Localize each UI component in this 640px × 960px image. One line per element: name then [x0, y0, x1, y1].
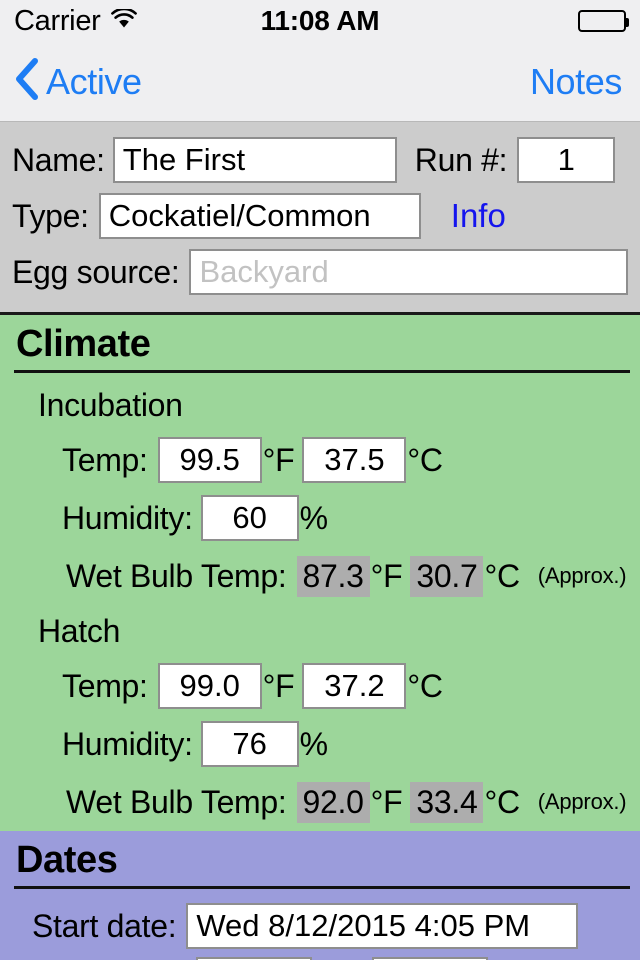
incubation-wet-bulb-c-value: 30.7	[410, 555, 484, 597]
hatch-humidity-unit: %	[299, 725, 328, 762]
incubation-wet-bulb-label: Wet Bulb Temp:	[66, 557, 287, 594]
hatch-humidity-row: Humidity: %	[10, 715, 630, 773]
hatch-temp-row: Temp: °F °C	[10, 657, 630, 715]
name-row: Name: Run #:	[12, 132, 628, 188]
incubation-wet-bulb-c-unit: °C	[484, 557, 520, 594]
status-bar-left: Carrier	[14, 5, 137, 38]
info-link[interactable]: Info	[451, 197, 506, 235]
incubation-humidity-label: Humidity:	[62, 499, 193, 536]
carrier-label: Carrier	[14, 4, 101, 37]
climate-section: Climate Incubation Temp: °F °C Humidity:…	[0, 315, 640, 831]
incubation-temp-label: Temp:	[62, 441, 148, 478]
hatch-wet-bulb-row: Wet Bulb Temp: 92.0 °F 33.4 °C (Approx.)	[10, 773, 630, 831]
run-number-label: Run #:	[414, 141, 508, 178]
hatch-humidity-input[interactable]	[200, 721, 299, 767]
chevron-left-icon	[14, 57, 40, 106]
start-date-row: Start date:	[10, 895, 630, 957]
hatch-wet-bulb-f-unit: °F	[370, 783, 403, 820]
hatch-group-label: Hatch	[38, 613, 121, 649]
egg-source-label: Egg source:	[12, 253, 180, 290]
climate-section-title: Climate	[16, 323, 151, 365]
back-button[interactable]: Active	[14, 57, 142, 106]
incubation-wet-bulb-row: Wet Bulb Temp: 87.3 °F 30.7 °C (Approx.)	[10, 547, 630, 605]
navigation-bar: Active Notes	[0, 42, 640, 122]
dates-section-title: Dates	[16, 839, 118, 881]
details-form: Name: Run #: Type: Info Egg source:	[0, 122, 640, 315]
name-input[interactable]	[112, 137, 397, 183]
incubation-temp-c-input[interactable]	[302, 437, 407, 483]
hatch-temp-f-unit: °F	[262, 667, 295, 704]
wifi-icon	[110, 7, 137, 34]
egg-source-input[interactable]	[189, 249, 628, 295]
hatch-approx-note: (Approx.)	[537, 789, 627, 814]
incubation-humidity-row: Humidity: %	[10, 489, 630, 547]
climate-section-divider	[14, 370, 630, 373]
name-label: Name:	[12, 141, 105, 178]
run-number-input[interactable]	[517, 137, 616, 183]
incubation-temp-f-input[interactable]	[157, 437, 262, 483]
hatch-wet-bulb-c-value: 33.4	[410, 781, 484, 823]
type-label: Type:	[12, 197, 89, 234]
incubation-temp-f-unit: °F	[262, 441, 295, 478]
status-bar-right	[578, 10, 629, 32]
incubation-temp-c-unit: °C	[407, 441, 443, 478]
incubation-temp-row: Temp: °F °C	[10, 431, 630, 489]
dates-section-divider	[14, 886, 630, 889]
hatch-temp-label: Temp:	[62, 667, 148, 704]
incubation-approx-note: (Approx.)	[537, 563, 627, 588]
start-date-input[interactable]	[186, 903, 579, 949]
hatch-temp-f-input[interactable]	[157, 663, 262, 709]
notes-button[interactable]: Notes	[530, 61, 622, 103]
hatch-wet-bulb-label: Wet Bulb Temp:	[66, 783, 287, 820]
egg-source-row: Egg source:	[12, 244, 628, 300]
incubation-humidity-input[interactable]	[200, 495, 299, 541]
dates-section: Dates Start date:	[0, 831, 640, 960]
hatch-humidity-label: Humidity:	[62, 725, 193, 762]
hatch-temp-c-input[interactable]	[302, 663, 407, 709]
hatch-wet-bulb-c-unit: °C	[484, 783, 520, 820]
back-button-label: Active	[46, 60, 142, 102]
hatch-wet-bulb-f-value: 92.0	[296, 781, 370, 823]
incubation-wet-bulb-f-value: 87.3	[296, 555, 370, 597]
incubation-humidity-unit: %	[299, 499, 328, 536]
battery-full-icon	[578, 10, 629, 32]
status-bar: Carrier 11:08 AM	[0, 0, 640, 42]
incubation-group-label: Incubation	[38, 387, 183, 423]
type-row: Type: Info	[12, 188, 628, 244]
incubation-wet-bulb-f-unit: °F	[370, 557, 403, 594]
start-date-label: Start date:	[32, 907, 177, 944]
app-screen: Carrier 11:08 AM Active Notes Name: The …	[0, 0, 640, 960]
type-input[interactable]	[98, 193, 421, 239]
hatch-temp-c-unit: °C	[407, 667, 443, 704]
